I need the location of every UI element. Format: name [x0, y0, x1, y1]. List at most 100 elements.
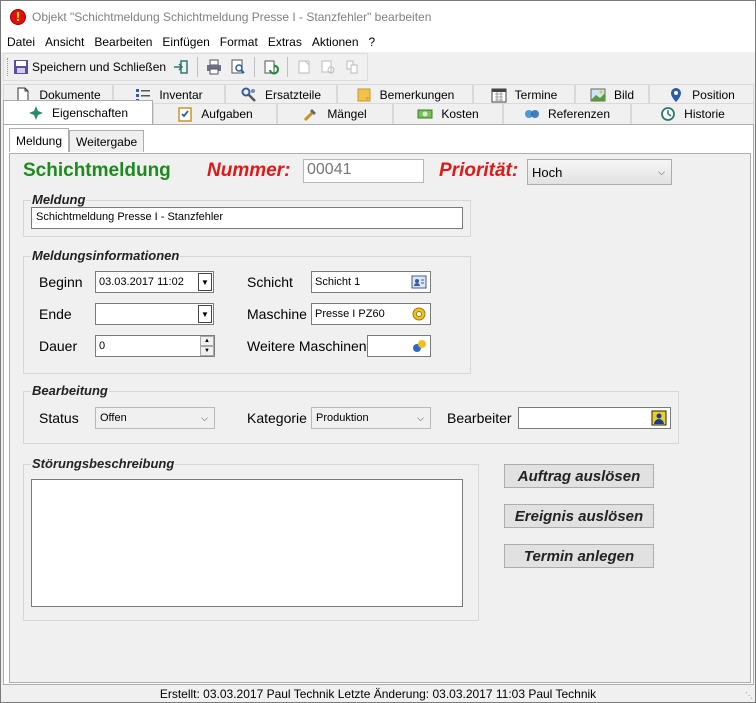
- properties-icon: [28, 105, 43, 120]
- subtab-weitergabe[interactable]: Weitergabe: [69, 130, 145, 152]
- chevron-down-icon: ⌵: [658, 166, 665, 177]
- exit-icon[interactable]: [173, 59, 189, 75]
- dauer-stepper[interactable]: 0 ▲ ▼: [95, 335, 215, 357]
- machines-picker-icon[interactable]: [410, 337, 428, 355]
- stepper-up-icon[interactable]: ▲: [200, 336, 214, 346]
- tab-kosten[interactable]: Kosten: [393, 103, 503, 124]
- chevron-down-icon: ⌵: [417, 412, 424, 423]
- stepper-down-icon[interactable]: ▼: [200, 346, 214, 356]
- info-group-title: Meldungsinformationen: [31, 248, 181, 263]
- tab-bild-label: Bild: [613, 88, 634, 102]
- tab-aufgaben[interactable]: Aufgaben: [153, 103, 277, 124]
- stepper-buttons[interactable]: ▲ ▼: [200, 336, 214, 356]
- ende-datetime[interactable]: ▼: [95, 303, 214, 325]
- toolbar: Speichern und Schließen: [3, 53, 368, 81]
- menu-einfuegen[interactable]: Einfügen: [156, 35, 213, 49]
- schicht-field[interactable]: Schicht 1: [311, 271, 431, 293]
- tab-historie[interactable]: Historie: [631, 103, 754, 124]
- money-icon: [417, 109, 433, 119]
- maschine-value: Presse I PZ60: [315, 308, 385, 320]
- references-icon: [524, 110, 539, 118]
- dauer-label: Dauer: [39, 338, 78, 354]
- subtab-meldung[interactable]: Meldung: [9, 128, 70, 152]
- page-title: Schichtmeldung: [23, 160, 171, 181]
- status-select[interactable]: Offen ⌵: [95, 407, 215, 429]
- menu-datei[interactable]: Datei: [1, 35, 39, 49]
- tab-termine-label: Termine: [514, 88, 558, 102]
- resize-grip-icon[interactable]: ⋱: [745, 691, 753, 700]
- stoerung-group-title: Störungsbeschreibung: [31, 456, 176, 471]
- title-bar: ! Objekt "Schichtmeldung Schichtmeldung …: [1, 1, 755, 32]
- weitere-maschinen-field[interactable]: [367, 335, 431, 357]
- beginn-datetime[interactable]: 03.03.2017 11:02 ▼: [95, 271, 214, 293]
- toolbar-separator: [287, 57, 289, 77]
- chevron-down-icon: ⌵: [201, 412, 208, 423]
- tab-referenzen[interactable]: Referenzen: [503, 103, 631, 124]
- meldung-field[interactable]: Schichtmeldung Presse I - Stanzfehler: [31, 207, 463, 229]
- tab-kosten-label: Kosten: [441, 107, 479, 121]
- tab-position[interactable]: Position: [649, 84, 754, 105]
- tab-termine[interactable]: Termine: [473, 84, 575, 105]
- save-close-button[interactable]: Speichern und Schließen: [13, 56, 166, 78]
- maschine-label: Maschine: [247, 306, 307, 322]
- copy-doc-icon[interactable]: [320, 59, 336, 75]
- dropdown-arrow-icon[interactable]: ▼: [198, 305, 212, 323]
- tab-ersatzteile[interactable]: Ersatzteile: [225, 84, 337, 105]
- subtab-bar: Meldung Weitergabe: [9, 128, 145, 152]
- tab-eigenschaften[interactable]: Eigenschaften: [3, 100, 153, 124]
- kategorie-label: Kategorie: [247, 410, 307, 426]
- tab-historie-label: Historie: [684, 107, 725, 121]
- kategorie-select[interactable]: Produktion ⌵: [311, 407, 431, 429]
- menu-aktionen[interactable]: Aktionen: [306, 35, 363, 49]
- status-label: Status: [39, 410, 79, 426]
- maschine-field[interactable]: Presse I PZ60: [311, 303, 431, 325]
- location-pin-icon: [671, 88, 682, 102]
- weitere-maschinen-label: Weitere Maschinen: [247, 338, 367, 354]
- toolbar-separator: [197, 57, 199, 77]
- tab-bemerkungen[interactable]: Bemerkungen: [337, 84, 473, 105]
- ende-label: Ende: [39, 306, 72, 322]
- tab-maengel[interactable]: Mängel: [277, 103, 393, 124]
- user-picker-icon[interactable]: [650, 409, 668, 427]
- prioritaet-value: Hoch: [532, 164, 563, 180]
- tab-bild[interactable]: Bild: [575, 84, 649, 105]
- stoerung-textarea[interactable]: [31, 479, 463, 607]
- paste-doc-icon[interactable]: [344, 59, 360, 75]
- machine-picker-icon[interactable]: [410, 305, 428, 323]
- refresh-icon[interactable]: [263, 59, 279, 75]
- toolbar-separator: [254, 57, 256, 77]
- prioritaet-label: Priorität:: [439, 160, 519, 181]
- new-doc-icon[interactable]: [296, 59, 312, 75]
- save-icon: [14, 60, 28, 74]
- menu-ansicht[interactable]: Ansicht: [39, 35, 88, 49]
- tab-aufgaben-label: Aufgaben: [201, 107, 253, 121]
- menu-help[interactable]: ?: [363, 35, 380, 49]
- nummer-field[interactable]: 00041: [303, 159, 424, 183]
- status-bar-text: Erstellt: 03.03.2017 Paul Technik Letzte…: [159, 686, 597, 701]
- termin-anlegen-button[interactable]: Termin anlegen: [504, 544, 654, 568]
- tab-maengel-label: Mängel: [327, 107, 367, 121]
- menu-extras[interactable]: Extras: [262, 35, 306, 49]
- tools-icon: [304, 109, 317, 122]
- dropdown-arrow-icon[interactable]: ▼: [198, 273, 212, 291]
- print-icon[interactable]: [206, 59, 222, 75]
- tab-referenzen-label: Referenzen: [547, 107, 611, 121]
- tab-eigenschaften-label: Eigenschaften: [51, 105, 129, 120]
- auftrag-ausloesen-button[interactable]: Auftrag auslösen: [504, 464, 654, 488]
- menu-format[interactable]: Format: [214, 35, 262, 49]
- bearbeiter-field[interactable]: [518, 407, 671, 429]
- save-close-label: Speichern und Schließen: [32, 60, 167, 74]
- window: ! Objekt "Schichtmeldung Schichtmeldung …: [0, 0, 756, 703]
- history-clock-icon: [661, 107, 676, 121]
- ereignis-ausloesen-button[interactable]: Ereignis auslösen: [504, 504, 654, 528]
- prioritaet-select[interactable]: Hoch ⌵: [527, 159, 672, 185]
- menu-bearbeiten[interactable]: Bearbeiten: [88, 35, 156, 49]
- schicht-label: Schicht: [247, 274, 293, 290]
- tab-bemerkungen-label: Bemerkungen: [379, 88, 455, 102]
- toolbar-grip[interactable]: [7, 58, 10, 76]
- shift-picker-icon[interactable]: [410, 273, 428, 291]
- meldung-group-title: Meldung: [31, 192, 87, 207]
- status-value: Offen: [100, 412, 127, 424]
- alert-app-icon: !: [10, 8, 26, 25]
- print-preview-icon[interactable]: [230, 59, 246, 75]
